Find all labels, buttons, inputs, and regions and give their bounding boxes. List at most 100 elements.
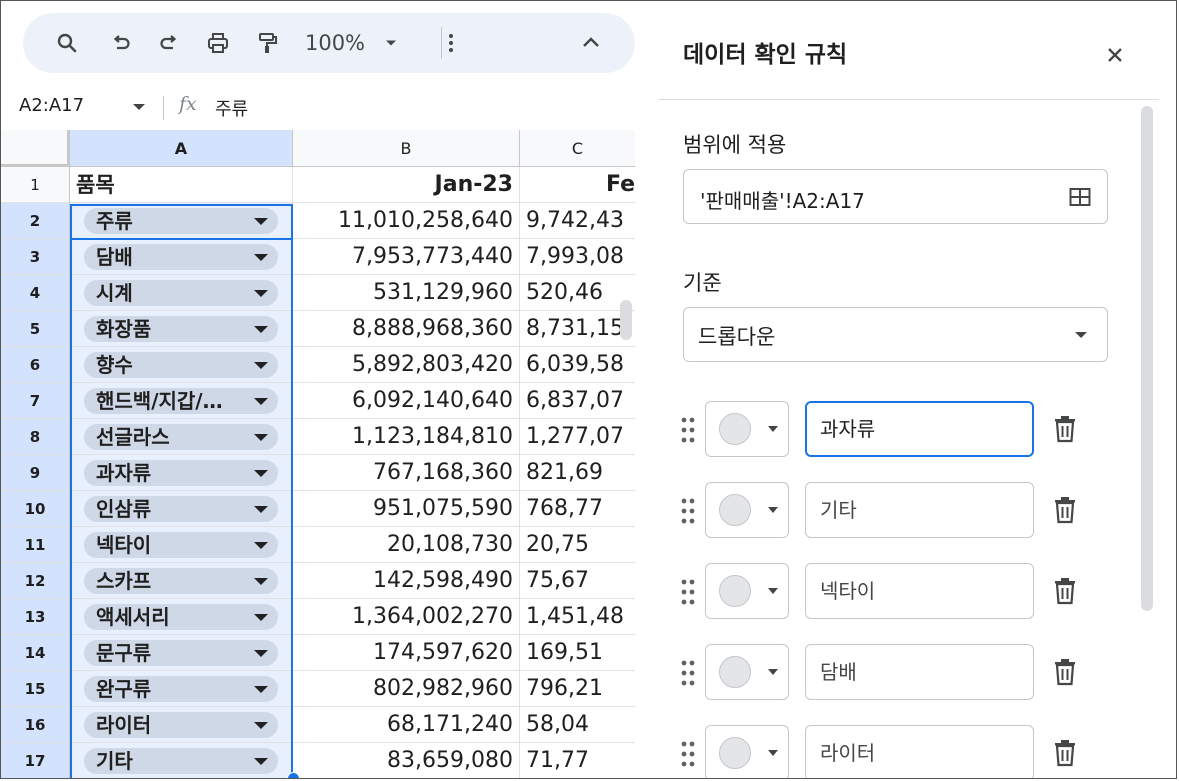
- cell-b[interactable]: 8,888,968,360: [293, 311, 520, 347]
- print-icon[interactable]: [201, 13, 235, 73]
- cell-a[interactable]: 액세서리: [70, 599, 293, 635]
- chevron-down-icon[interactable]: [254, 290, 268, 297]
- cell-b[interactable]: 68,171,240: [293, 707, 520, 743]
- option-input[interactable]: 라이터: [805, 725, 1034, 778]
- row-number[interactable]: 3: [1, 239, 70, 275]
- search-icon[interactable]: [51, 13, 83, 73]
- cell-a[interactable]: 문구류: [70, 635, 293, 671]
- chevron-down-icon[interactable]: [254, 218, 268, 225]
- color-picker[interactable]: [705, 644, 789, 700]
- cell-a[interactable]: 인삼류: [70, 491, 293, 527]
- cell-b[interactable]: 1,364,002,270: [293, 599, 520, 635]
- cell-c[interactable]: 1,277,07: [520, 419, 635, 455]
- color-picker[interactable]: [705, 401, 789, 457]
- cell-b[interactable]: 802,982,960: [293, 671, 520, 707]
- cell-b[interactable]: Jan-23: [293, 167, 520, 203]
- row-number[interactable]: 9: [1, 455, 70, 491]
- cell-b[interactable]: 5,892,803,420: [293, 347, 520, 383]
- dropdown-chip[interactable]: 화장품: [84, 316, 278, 342]
- redo-icon[interactable]: [153, 13, 185, 73]
- cell-c[interactable]: 1,451,48: [520, 599, 635, 635]
- cell-b[interactable]: 7,953,773,440: [293, 239, 520, 275]
- dropdown-chip[interactable]: 향수: [84, 352, 278, 378]
- formula-input[interactable]: 주류: [215, 95, 248, 121]
- dropdown-chip[interactable]: 시계: [84, 280, 278, 306]
- drag-handle-icon[interactable]: [681, 741, 695, 767]
- cell-c[interactable]: 71,77: [520, 743, 635, 778]
- name-box[interactable]: A2:A17: [19, 95, 84, 116]
- cell-a[interactable]: 라이터: [70, 707, 293, 743]
- cell-c[interactable]: 75,67: [520, 563, 635, 599]
- row-number[interactable]: 17: [1, 743, 70, 778]
- cell-b[interactable]: 20,108,730: [293, 527, 520, 563]
- spreadsheet-grid[interactable]: A B C 1 품목 Jan-23 Fe 2 주류 11,010,258,640 9,742,…: [1, 130, 635, 778]
- paint-format-icon[interactable]: [251, 13, 283, 73]
- row-number[interactable]: 8: [1, 419, 70, 455]
- chevron-down-icon[interactable]: [254, 614, 268, 621]
- cell-c[interactable]: 520,46: [520, 275, 635, 311]
- cell-c[interactable]: 7,993,08: [520, 239, 635, 275]
- collapse-menu-icon[interactable]: [577, 13, 605, 73]
- chevron-down-icon[interactable]: [254, 650, 268, 657]
- cell-b[interactable]: 531,129,960: [293, 275, 520, 311]
- cell-a[interactable]: 과자류: [70, 455, 293, 491]
- chevron-down-icon[interactable]: [254, 362, 268, 369]
- dropdown-chip[interactable]: 기타: [84, 748, 278, 774]
- row-number[interactable]: 4: [1, 275, 70, 311]
- chevron-down-icon[interactable]: [254, 470, 268, 477]
- more-options-icon[interactable]: [439, 13, 463, 73]
- cell-b[interactable]: 767,168,360: [293, 455, 520, 491]
- cell-c[interactable]: 20,75: [520, 527, 635, 563]
- row-number[interactable]: 14: [1, 635, 70, 671]
- cell-a[interactable]: 완구류: [70, 671, 293, 707]
- cell-b[interactable]: 142,598,490: [293, 563, 520, 599]
- cell-b[interactable]: 951,075,590: [293, 491, 520, 527]
- cell-b[interactable]: 174,597,620: [293, 635, 520, 671]
- trash-icon[interactable]: [1052, 577, 1078, 605]
- dropdown-chip[interactable]: 선글라스: [84, 424, 278, 450]
- cell-c[interactable]: 6,039,58: [520, 347, 635, 383]
- chevron-down-icon[interactable]: [254, 758, 268, 765]
- column-header-a[interactable]: A: [70, 130, 293, 167]
- name-box-dropdown-icon[interactable]: [133, 104, 145, 110]
- chevron-down-icon[interactable]: [254, 434, 268, 441]
- trash-icon[interactable]: [1052, 415, 1078, 443]
- cell-c[interactable]: 58,04: [520, 707, 635, 743]
- cell-a[interactable]: 향수: [70, 347, 293, 383]
- row-number[interactable]: 6: [1, 347, 70, 383]
- cell-b[interactable]: 6,092,140,640: [293, 383, 520, 419]
- chevron-down-icon[interactable]: [254, 254, 268, 261]
- dropdown-chip[interactable]: 라이터: [84, 712, 278, 738]
- cell-a[interactable]: 넥타이: [70, 527, 293, 563]
- chevron-down-icon[interactable]: [254, 326, 268, 333]
- dropdown-chip[interactable]: 스카프: [84, 568, 278, 594]
- cell-c[interactable]: 6,837,07: [520, 383, 635, 419]
- dropdown-chip[interactable]: 완구류: [84, 676, 278, 702]
- cell-a[interactable]: 기타: [70, 743, 293, 778]
- cell-c[interactable]: 796,21: [520, 671, 635, 707]
- zoom-select[interactable]: 100%: [303, 13, 367, 73]
- grid-scrollbar[interactable]: [620, 300, 632, 340]
- dropdown-chip[interactable]: 문구류: [84, 640, 278, 666]
- row-number[interactable]: 12: [1, 563, 70, 599]
- cell-c[interactable]: Fe: [520, 167, 635, 203]
- option-input[interactable]: 과자류: [805, 401, 1034, 457]
- fill-handle[interactable]: [287, 772, 300, 778]
- trash-icon[interactable]: [1052, 496, 1078, 524]
- select-range-icon[interactable]: [1069, 186, 1091, 208]
- chevron-down-icon[interactable]: [254, 542, 268, 549]
- row-number[interactable]: 5: [1, 311, 70, 347]
- chevron-down-icon[interactable]: [254, 506, 268, 513]
- drag-handle-icon[interactable]: [681, 579, 695, 605]
- cell-a[interactable]: 화장품: [70, 311, 293, 347]
- chevron-down-icon[interactable]: [254, 578, 268, 585]
- cell-a[interactable]: 스카프: [70, 563, 293, 599]
- color-picker[interactable]: [705, 482, 789, 538]
- range-input[interactable]: '판매매출'!A2:A17: [683, 169, 1108, 224]
- dropdown-chip[interactable]: 담배: [84, 244, 278, 270]
- chevron-down-icon[interactable]: [254, 686, 268, 693]
- select-all-corner[interactable]: [1, 130, 70, 167]
- cell-c[interactable]: 9,742,43: [520, 203, 635, 239]
- row-number[interactable]: 10: [1, 491, 70, 527]
- cell-c[interactable]: 821,69: [520, 455, 635, 491]
